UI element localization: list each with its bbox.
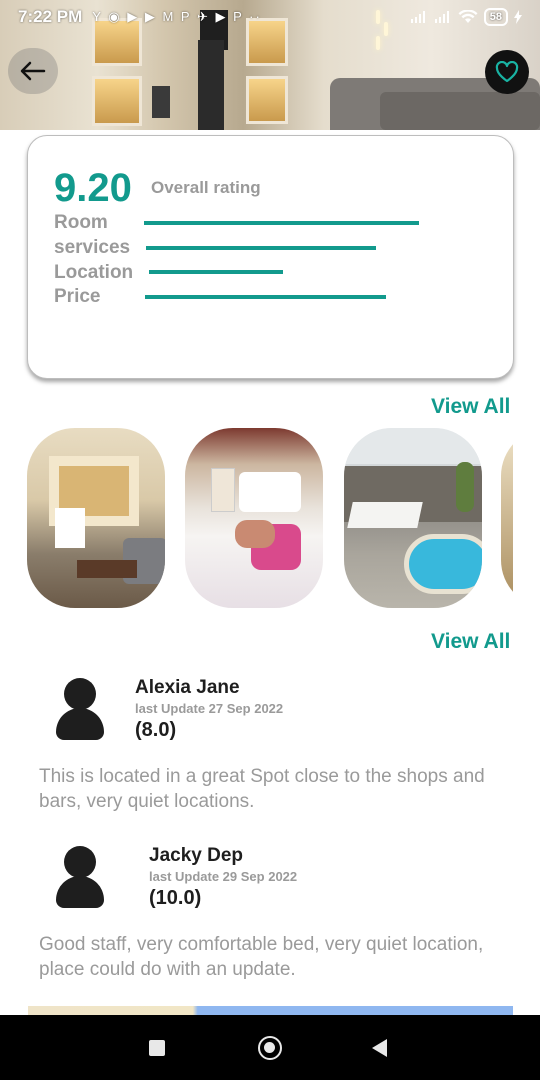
battery-icon: 58 bbox=[483, 8, 508, 26]
system-back-button[interactable] bbox=[372, 1039, 387, 1057]
photo-detail bbox=[211, 468, 235, 512]
trash-bin bbox=[152, 86, 170, 118]
gallery-photo-bedroom[interactable] bbox=[185, 428, 323, 608]
reviewer-name: Jacky Dep bbox=[149, 845, 244, 866]
sofa-cushions bbox=[380, 92, 540, 130]
gallery-photo-pool[interactable] bbox=[344, 428, 482, 608]
status-time: 7:22 PM bbox=[18, 7, 83, 26]
rating-card: 9.20 Overall rating Room services Locati… bbox=[27, 135, 514, 379]
charging-icon bbox=[514, 10, 522, 24]
favorite-button[interactable] bbox=[485, 50, 529, 94]
reviews-view-all-link[interactable]: View All bbox=[431, 630, 510, 654]
notification-icons: Y ◉ ▶ ▶ M P ✈ ▶ P ·· bbox=[92, 9, 262, 24]
photo-detail bbox=[347, 502, 423, 528]
criterion-label-location: Location bbox=[54, 262, 134, 283]
wall-light bbox=[376, 36, 380, 50]
overall-rating-label: Overall rating bbox=[151, 178, 261, 197]
overall-score: 9.20 bbox=[54, 166, 132, 210]
heart-icon bbox=[495, 61, 519, 83]
status-bar: 7:22 PM Y ◉ ▶ ▶ M P ✈ ▶ P ·· 58 bbox=[0, 0, 540, 34]
gallery-photo-living-room[interactable] bbox=[27, 428, 165, 608]
reviewer-name: Alexia Jane bbox=[135, 677, 240, 698]
home-button[interactable] bbox=[258, 1036, 282, 1060]
criterion-bar-room bbox=[144, 221, 419, 225]
gallery-photo-partial[interactable] bbox=[501, 428, 513, 608]
person-icon bbox=[56, 846, 104, 910]
photo-detail bbox=[456, 462, 474, 512]
criterion-label-room: Room bbox=[54, 212, 108, 233]
review-score: (10.0) bbox=[149, 887, 202, 909]
criterion-bar-price bbox=[145, 295, 386, 299]
photo-detail bbox=[55, 508, 85, 548]
review-score: (8.0) bbox=[135, 719, 177, 741]
wall-niche bbox=[92, 76, 142, 126]
photo-detail bbox=[239, 472, 301, 512]
criterion-label-services: services bbox=[54, 237, 131, 258]
kitchen-doorway bbox=[198, 40, 224, 130]
signal-icon bbox=[434, 11, 449, 23]
arrow-left-icon bbox=[20, 61, 46, 81]
criterion-bar-location bbox=[149, 270, 283, 274]
person-icon bbox=[56, 678, 104, 742]
status-right-icons: 58 bbox=[410, 8, 522, 26]
photo-detail bbox=[235, 520, 275, 548]
criterion-label-price: Price bbox=[54, 286, 101, 307]
back-button[interactable] bbox=[8, 48, 58, 94]
wall-niche bbox=[246, 76, 288, 124]
photo-detail bbox=[404, 534, 482, 594]
review-text: Good staff, very comfortable bed, very q… bbox=[39, 934, 484, 980]
photo-detail bbox=[344, 428, 482, 464]
gallery-view-all-link[interactable]: View All bbox=[431, 395, 510, 419]
review-text: This is located in a great Spot close to… bbox=[39, 766, 485, 812]
recent-apps-button[interactable] bbox=[149, 1040, 165, 1056]
photo-detail bbox=[77, 560, 137, 578]
wifi-icon bbox=[458, 10, 478, 23]
review-date: last Update 27 Sep 2022 bbox=[135, 701, 284, 716]
photo-gallery[interactable] bbox=[27, 428, 513, 610]
review-date: last Update 29 Sep 2022 bbox=[149, 869, 298, 884]
system-navigation-bar bbox=[0, 1015, 540, 1080]
signal-icon bbox=[410, 11, 425, 23]
criterion-bar-services bbox=[146, 246, 376, 250]
